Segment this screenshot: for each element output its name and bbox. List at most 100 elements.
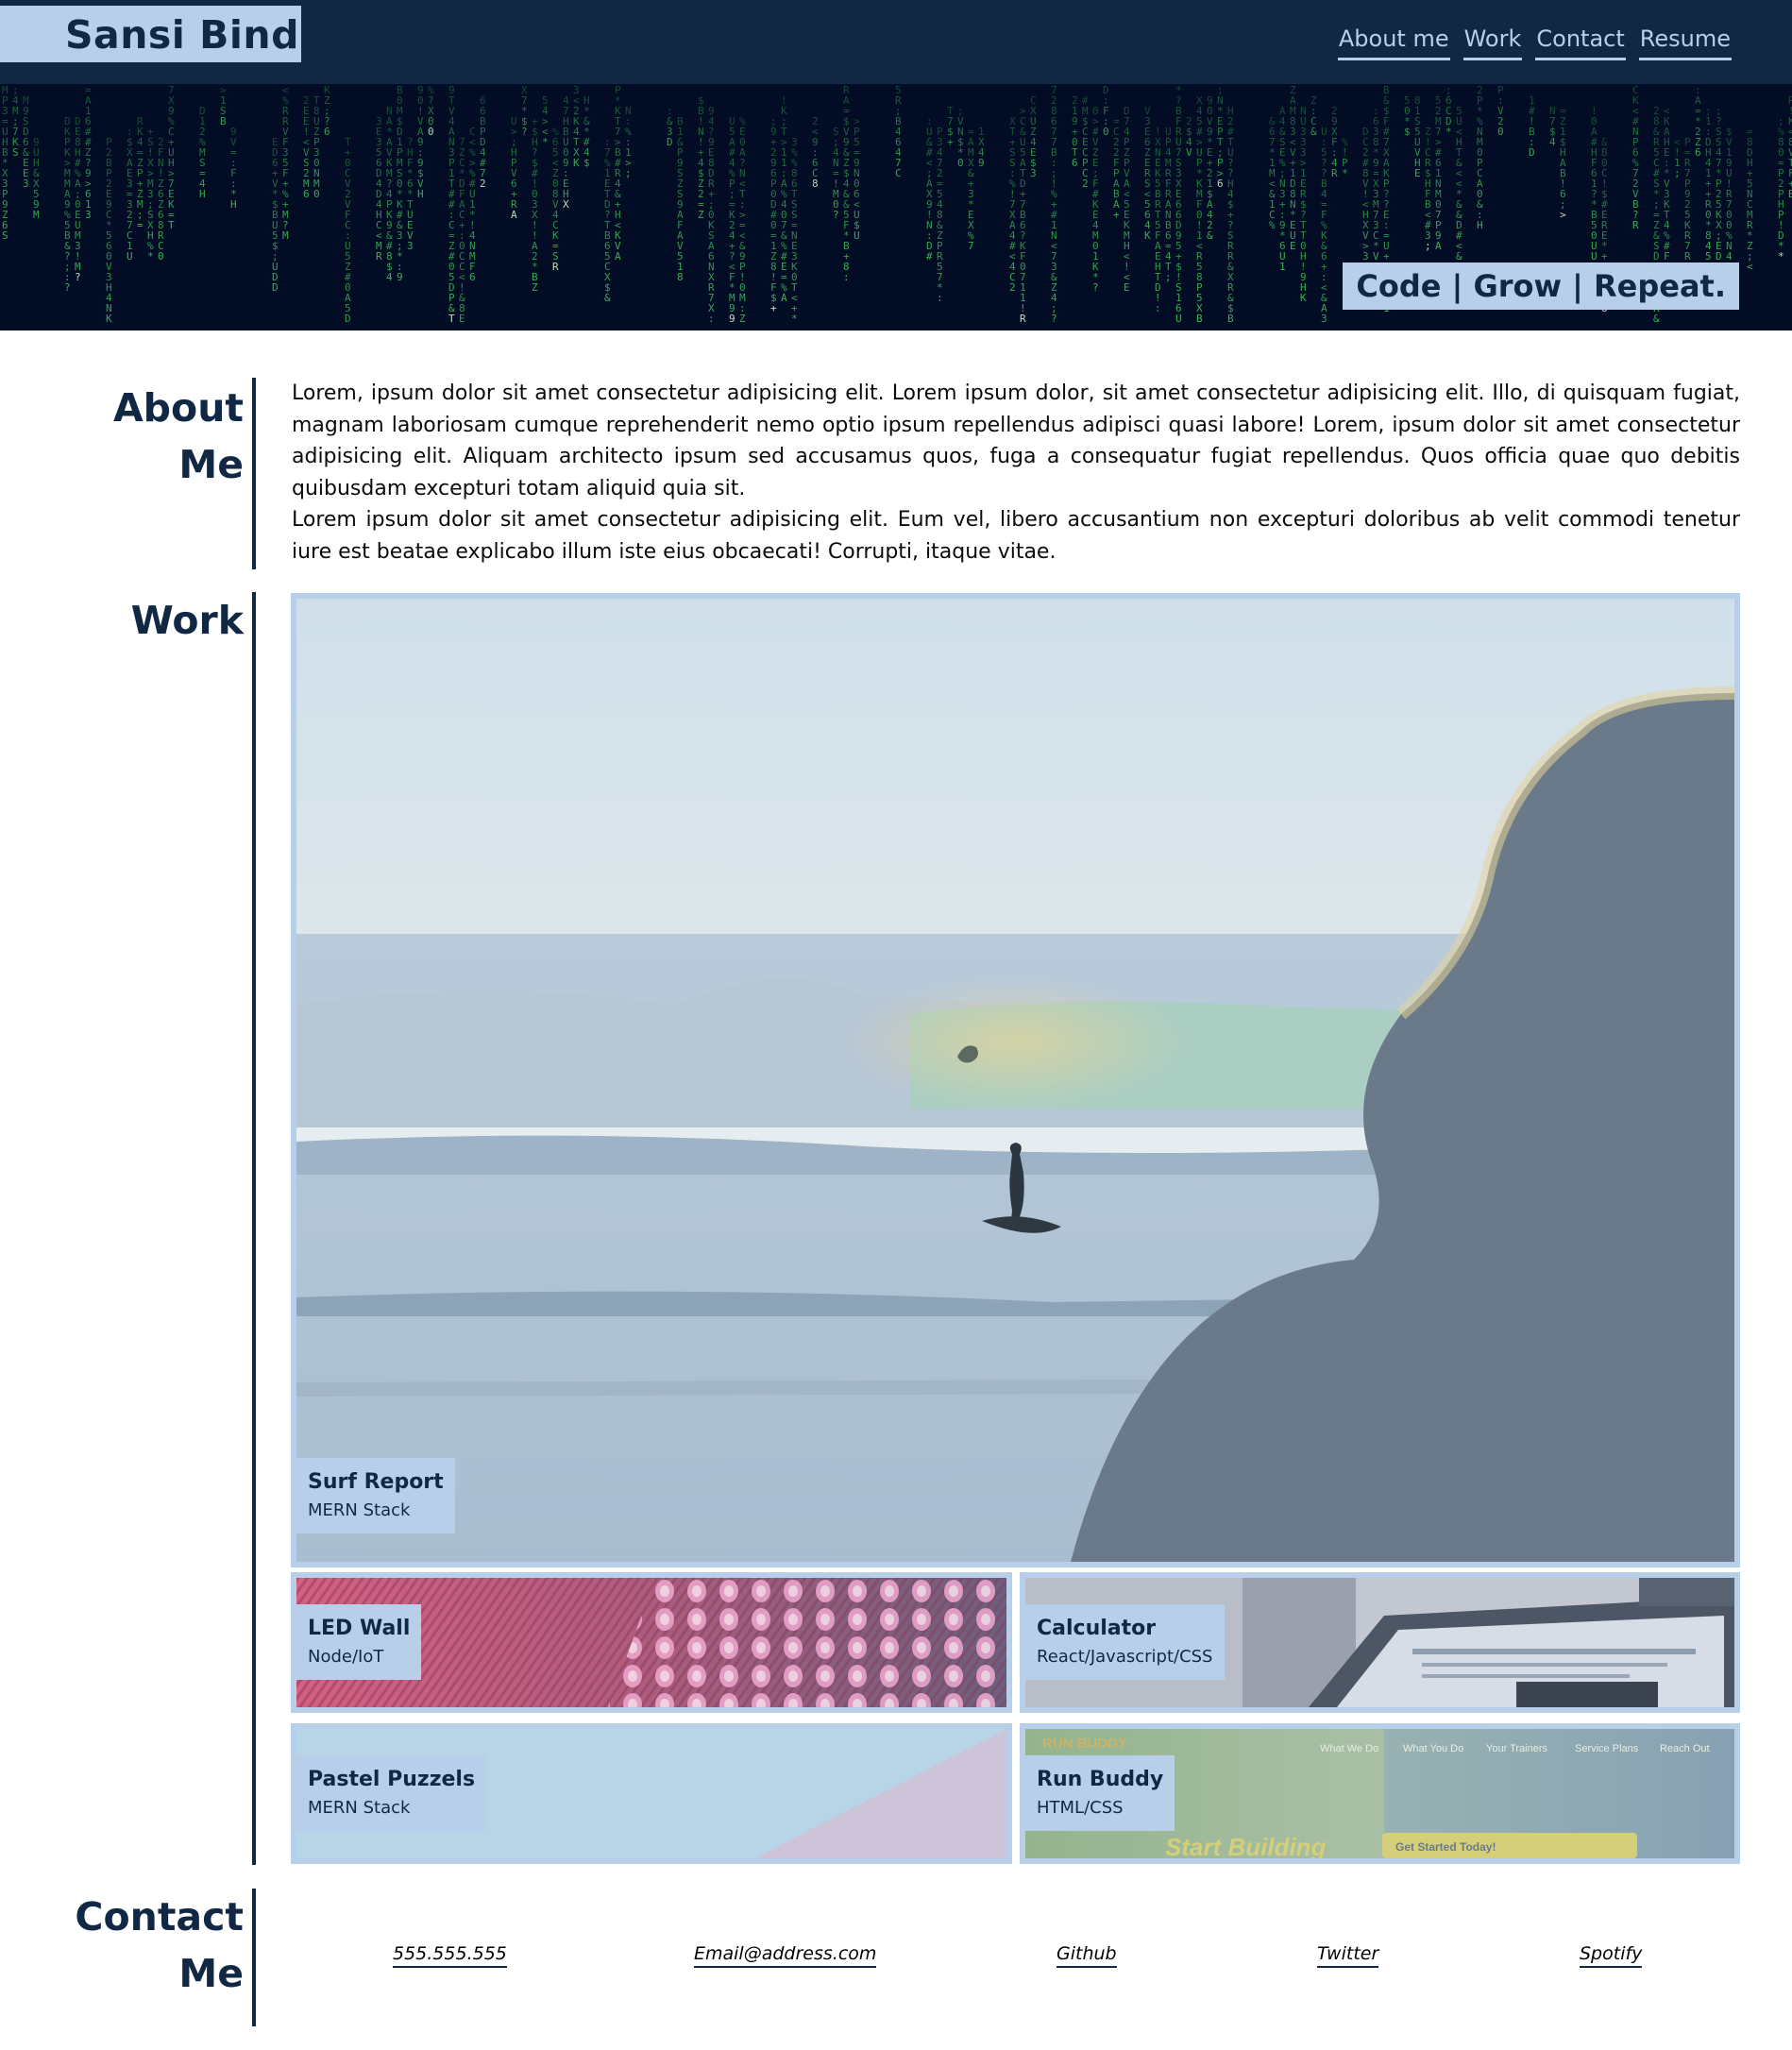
svg-text:R: R: [376, 250, 382, 263]
svg-text:0: 0: [957, 157, 964, 169]
svg-text:1: 1: [1279, 261, 1286, 273]
svg-text:;: ;: [1425, 240, 1431, 252]
brand-badge[interactable]: Sansi Bindika: [0, 6, 365, 62]
svg-text:C: C: [895, 167, 902, 179]
svg-text:0: 0: [313, 188, 320, 200]
work-divider: [252, 592, 256, 1865]
about-paragraph-2: Lorem ipsum dolor sit amet consectetur a…: [292, 508, 1740, 564]
brand-name: Sansi Bindika: [65, 12, 366, 58]
contact-phone-link[interactable]: 555.555.555: [393, 1943, 507, 1968]
project-card-pastel-puzzels[interactable]: Pastel Puzzels MERN Stack: [291, 1723, 1012, 1864]
svg-text::: :: [708, 313, 715, 325]
project-card-run-buddy[interactable]: RUN BUDDY What We Do What You Do Your Tr…: [1020, 1723, 1740, 1864]
svg-text:?: ?: [521, 126, 528, 138]
svg-text:B: B: [220, 115, 227, 127]
svg-text:6: 6: [324, 126, 330, 138]
svg-text:6: 6: [1695, 146, 1701, 159]
svg-text:B: B: [1227, 313, 1234, 325]
svg-text:D: D: [667, 136, 673, 148]
svg-text:*: *: [147, 250, 154, 263]
svg-text:3: 3: [407, 240, 414, 252]
svg-text:Z: Z: [532, 281, 538, 294]
svg-text:?: ?: [75, 271, 81, 283]
svg-text:*: *: [791, 313, 798, 325]
tagline-badge: Code | Grow | Repeat.: [1343, 263, 1739, 310]
project-card-surf-report[interactable]: Surf Report MERN Stack: [291, 593, 1740, 1567]
about-paragraph-1: Lorem, ipsum dolor sit amet consectetur …: [292, 381, 1740, 500]
svg-text:K: K: [573, 157, 580, 169]
svg-text:;: ;: [1674, 167, 1681, 179]
svg-text:#: #: [926, 250, 933, 263]
svg-text:+: +: [1113, 209, 1120, 221]
contact-github-link[interactable]: Github: [1057, 1943, 1117, 1968]
contact-spotify-link[interactable]: Spotify: [1580, 1943, 1643, 1968]
contact-title: Contact Me: [75, 1894, 244, 1996]
project-card-calculator[interactable]: Calculator React/Javascript/CSS: [1020, 1572, 1740, 1713]
about-title: About Me: [112, 385, 244, 487]
svg-text:9: 9: [397, 271, 403, 283]
svg-text:8: 8: [677, 271, 684, 283]
svg-text:S: S: [12, 146, 19, 159]
run-buddy-nav-1: What We Do: [1320, 1743, 1378, 1754]
project-stack: MERN Stack: [308, 1500, 411, 1520]
project-name: Pastel Puzzels: [308, 1768, 476, 1791]
svg-text:U: U: [854, 229, 860, 242]
svg-text:&: &: [1456, 250, 1462, 263]
svg-text:*: *: [1342, 167, 1348, 179]
svg-text:M: M: [33, 209, 40, 221]
project-name: LED Wall: [308, 1617, 411, 1640]
svg-text:S: S: [2, 229, 8, 242]
svg-text:?: ?: [64, 281, 71, 294]
nav-link-resume[interactable]: Resume: [1638, 25, 1732, 60]
contact-twitter-link[interactable]: Twitter: [1317, 1943, 1379, 1968]
run-buddy-nav-2: What You Do: [1403, 1743, 1463, 1754]
contact-divider: [252, 1889, 256, 2026]
nav-link-contact[interactable]: Contact: [1535, 25, 1626, 60]
project-name: Surf Report: [308, 1470, 444, 1494]
svg-text:6: 6: [303, 188, 310, 200]
project-label-led-wall: LED Wall Node/IoT: [296, 1604, 422, 1680]
tagline-text: Code | Grow | Repeat.: [1356, 268, 1726, 304]
svg-text:;: ;: [1165, 271, 1172, 283]
svg-text:%: %: [1269, 219, 1276, 231]
nav-link-work[interactable]: Work: [1462, 25, 1523, 60]
main-nav: About me Work Contact Resume: [1337, 25, 1732, 60]
svg-text:=: =: [137, 219, 144, 231]
svg-text:6: 6: [469, 271, 476, 283]
svg-text:4: 4: [1549, 136, 1556, 148]
contact-email-link[interactable]: Email@address.com: [694, 1943, 877, 1968]
svg-text:H: H: [230, 198, 237, 211]
nav-link-about[interactable]: About me: [1337, 25, 1450, 60]
svg-text:2: 2: [1009, 281, 1016, 294]
svg-text:&: &: [1207, 229, 1213, 242]
project-label-run-buddy: Run Buddy HTML/CSS: [1025, 1755, 1175, 1831]
svg-text:H: H: [1477, 219, 1483, 231]
svg-text:*: *: [1445, 126, 1452, 138]
run-buddy-logo: RUN BUDDY: [1042, 1736, 1127, 1752]
surf-photo: [296, 599, 1734, 1562]
svg-text:U: U: [1175, 313, 1182, 325]
svg-text:+: +: [770, 302, 777, 314]
svg-text:?: ?: [833, 209, 839, 221]
project-card-led-wall[interactable]: LED Wall Node/IoT: [291, 1572, 1012, 1713]
svg-text:&: &: [1310, 126, 1317, 138]
svg-text:8: 8: [812, 178, 819, 190]
project-name: Run Buddy: [1037, 1768, 1164, 1791]
svg-text:3: 3: [85, 209, 92, 221]
svg-text::: :: [937, 292, 943, 304]
project-label-calculator: Calculator React/Javascript/CSS: [1025, 1604, 1225, 1680]
svg-text:;: ;: [625, 167, 632, 179]
svg-text:V: V: [1186, 146, 1192, 159]
svg-text:Z: Z: [698, 209, 704, 221]
svg-text:R: R: [1632, 219, 1639, 231]
contact-section: Contact Me 555.555.555 Email@address.com…: [0, 1889, 1792, 2026]
svg-text:U: U: [127, 250, 133, 263]
project-label-surf-report: Surf Report MERN Stack: [296, 1458, 455, 1533]
svg-text:X: X: [563, 198, 569, 211]
run-buddy-headline: Start Building: [1165, 1833, 1327, 1858]
svg-text:<: <: [1747, 261, 1753, 273]
svg-text:&: &: [604, 292, 611, 304]
svg-text:?: ?: [1092, 281, 1099, 294]
svg-text:6: 6: [1072, 157, 1078, 169]
svg-text:T: T: [448, 313, 455, 325]
